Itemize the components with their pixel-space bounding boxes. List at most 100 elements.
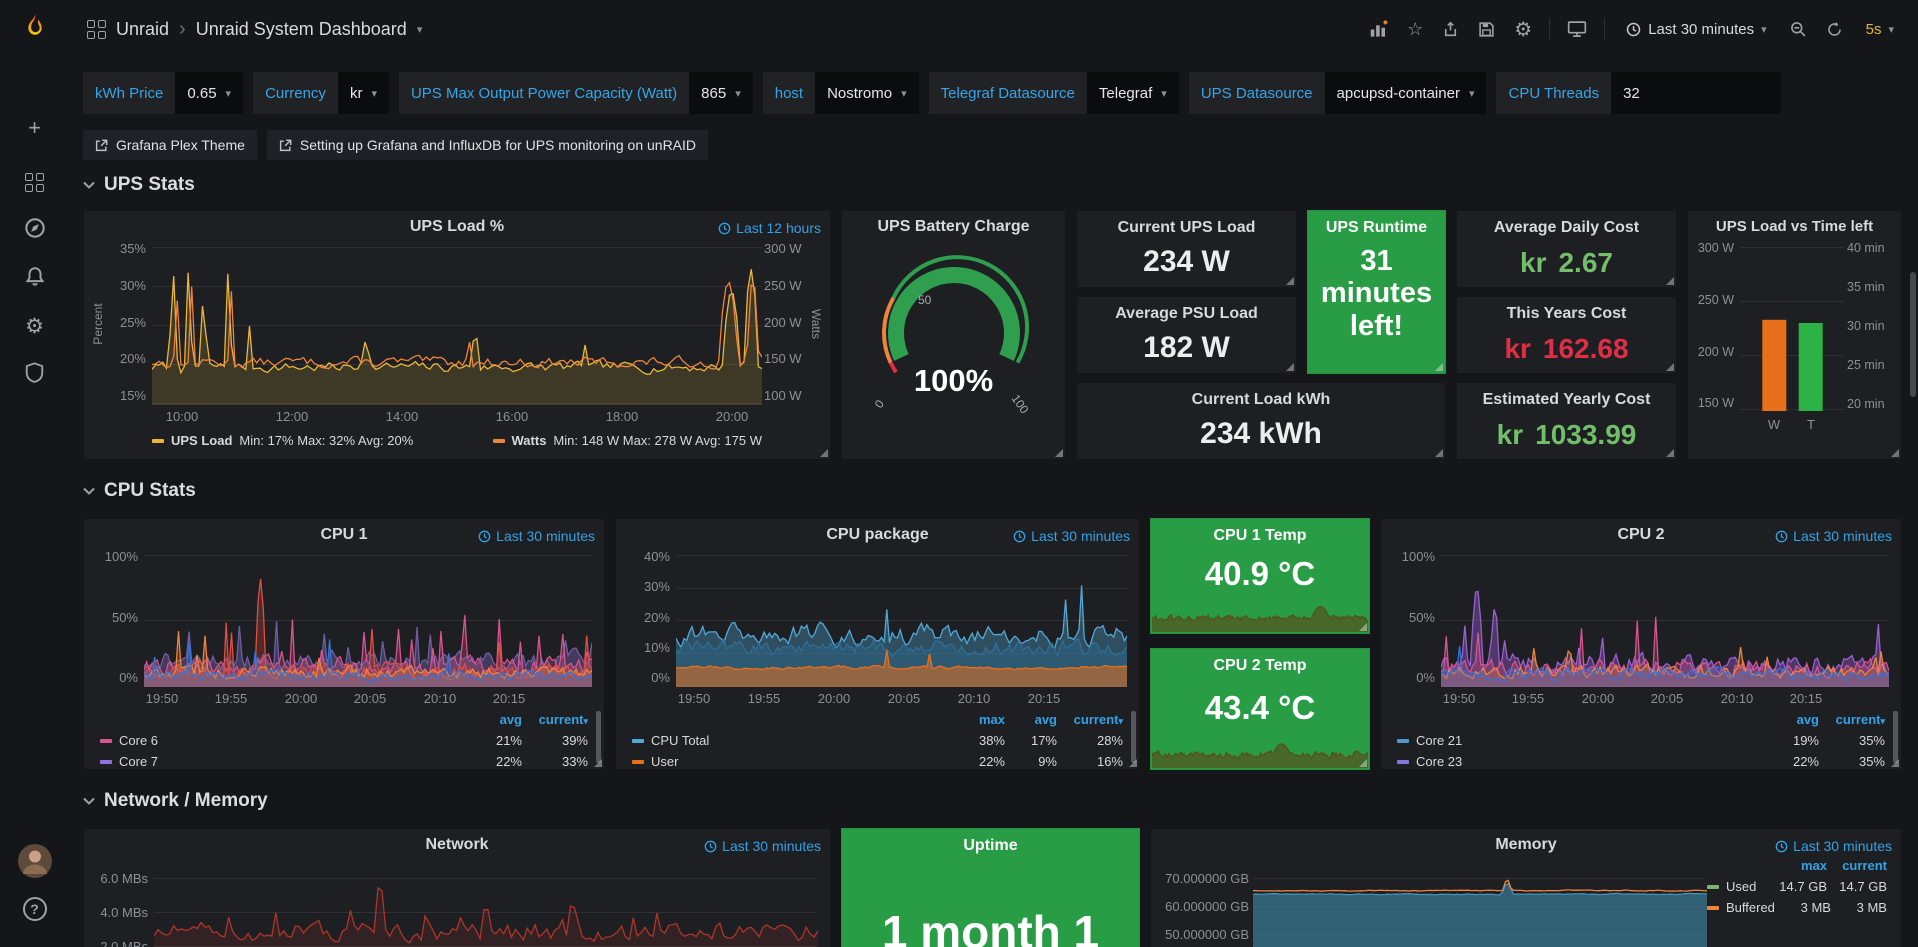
y-axis-left: 100%50%0% <box>1395 550 1435 684</box>
panel-title[interactable]: UPS Runtime <box>1308 219 1445 237</box>
refresh-button[interactable] <box>1824 19 1845 40</box>
ups-load-chart-area[interactable] <box>152 247 762 405</box>
zoom-out-button[interactable] <box>1788 19 1809 40</box>
link-grafana-plex-theme[interactable]: Grafana Plex Theme <box>83 130 257 160</box>
load-vs-time-chart-area[interactable] <box>1740 247 1844 411</box>
variable-cpu-threads: CPU Threads 32 <box>1496 72 1781 114</box>
legend-series-toggle[interactable]: Core 21 <box>1397 733 1767 748</box>
caret-down-icon: ▾ <box>226 87 232 100</box>
cpu1-chart-area[interactable] <box>144 555 592 687</box>
sidebar-item-explore[interactable] <box>0 216 69 240</box>
panel-time-override[interactable]: Last 12 hours <box>718 220 821 236</box>
panel-title[interactable]: This Years Cost <box>1457 305 1676 323</box>
legend-scrollbar[interactable] <box>1893 711 1898 763</box>
y-tick: 70.000000 GB <box>1157 871 1249 886</box>
star-button[interactable]: ☆ <box>1405 17 1425 42</box>
panel-time-override[interactable]: Last 30 minutes <box>1013 528 1130 544</box>
variable-value-dropdown[interactable]: apcupsd-container▾ <box>1325 72 1487 114</box>
cpu-threads-input[interactable]: 32 <box>1611 72 1781 114</box>
legend-sort-current[interactable]: current▾ <box>522 712 588 727</box>
panel-title[interactable]: Average PSU Load <box>1077 305 1296 323</box>
legend-sort-avg[interactable]: avg <box>1005 712 1057 727</box>
variable-label: host <box>763 72 815 114</box>
legend-sort-max[interactable]: max <box>1767 858 1827 873</box>
y-axis-title-left: Percent <box>91 294 105 354</box>
refresh-interval-picker[interactable]: 5s ▾ <box>1860 20 1900 39</box>
variable-ups-max-output: UPS Max Output Power Capacity (Watt) 865… <box>399 72 753 114</box>
bell-icon <box>24 266 46 288</box>
legend-series-toggle[interactable]: Buffered <box>1707 900 1775 915</box>
panel-time-override[interactable]: Last 30 minutes <box>478 528 595 544</box>
legend-series-toggle[interactable]: Core 23 <box>1397 754 1767 769</box>
apps-grid-icon[interactable] <box>87 20 106 39</box>
variable-value-dropdown[interactable]: 0.65▾ <box>175 72 243 114</box>
dashboard-canvas: kWh Price 0.65▾ Currency kr▾ UPS Max Out… <box>69 58 1918 947</box>
clock-icon <box>1775 840 1788 853</box>
panel-title[interactable]: CPU 2 Temp <box>1151 657 1369 675</box>
user-avatar[interactable] <box>0 842 69 880</box>
variable-value-dropdown[interactable]: kr▾ <box>338 72 389 114</box>
scrollbar-thumb[interactable] <box>1910 272 1916 397</box>
save-button[interactable] <box>1476 19 1497 40</box>
legend-series-toggle[interactable]: User <box>632 754 953 769</box>
panel-title[interactable]: CPU 1 Temp <box>1151 527 1369 545</box>
section-header-network-memory[interactable]: Network / Memory <box>83 788 268 814</box>
panel-title[interactable]: UPS Load vs Time left <box>1688 218 1901 235</box>
help-button[interactable]: ? <box>0 896 69 922</box>
variable-value-dropdown[interactable]: 865▾ <box>689 72 753 114</box>
panel-title[interactable]: Estimated Yearly Cost <box>1457 391 1676 409</box>
sidebar-item-alerting[interactable] <box>0 265 69 289</box>
sidebar: + ⚙ ? <box>0 0 69 947</box>
stat-value: 234 kWh <box>1077 417 1445 451</box>
legend-series-toggle[interactable]: CPU Total <box>632 733 953 748</box>
legend-sort-max[interactable]: max <box>953 712 1005 727</box>
legend-sort-current[interactable]: current <box>1827 858 1887 873</box>
panel-time-override[interactable]: Last 30 minutes <box>704 838 821 854</box>
legend-scrollbar[interactable] <box>596 711 601 763</box>
memory-chart-area[interactable] <box>1253 869 1707 947</box>
sidebar-item-dashboards[interactable] <box>0 168 69 193</box>
dashboard-settings-button[interactable]: ⚙ <box>1512 15 1534 44</box>
legend-scrollbar[interactable] <box>1131 711 1136 763</box>
panel-title[interactable]: UPS Battery Charge <box>842 218 1065 236</box>
add-panel-button[interactable] <box>1367 18 1390 41</box>
legend-sort-avg[interactable]: avg <box>1767 712 1819 727</box>
legend-sort-current[interactable]: current▾ <box>1819 712 1885 727</box>
variable-value-dropdown[interactable]: Telegraf▾ <box>1087 72 1179 114</box>
create-add-button[interactable]: + <box>0 116 69 140</box>
panel-time-override[interactable]: Last 30 minutes <box>1775 838 1892 854</box>
panel-title[interactable]: Average Daily Cost <box>1457 219 1676 237</box>
cpu-package-chart-area[interactable] <box>676 555 1127 687</box>
variable-value-dropdown[interactable]: Nostromo▾ <box>815 72 919 114</box>
stat-value: 43.4 °C <box>1151 689 1369 727</box>
time-range-picker[interactable]: Last 30 minutes ▾ <box>1620 20 1772 39</box>
series-color-marker <box>1397 760 1409 764</box>
panel-time-override[interactable]: Last 30 minutes <box>1775 528 1892 544</box>
panel-cpu1: CPU 1 Last 30 minutes 100%50%0% 19:50 19… <box>83 518 605 770</box>
breadcrumb-folder[interactable]: Unraid <box>116 19 169 40</box>
panel-title[interactable]: Current Load kWh <box>1077 391 1445 409</box>
panel-title[interactable]: Uptime <box>842 837 1139 855</box>
link-ups-monitoring-guide[interactable]: Setting up Grafana and InfluxDB for UPS … <box>267 130 708 160</box>
cpu2-chart-area[interactable] <box>1441 555 1889 687</box>
share-button[interactable] <box>1440 19 1461 40</box>
legend-row: Buffered 3 MB 3 MB <box>1707 897 1887 918</box>
legend-item-ups-load[interactable]: UPS LoadMin: 17% Max: 32% Avg: 20% <box>152 433 413 448</box>
legend-series-toggle[interactable]: Used <box>1707 879 1767 894</box>
y-axis-left: 100%50%0% <box>98 550 138 684</box>
series-color-marker <box>100 739 112 743</box>
legend-item-watts[interactable]: WattsMin: 148 W Max: 278 W Avg: 175 W <box>493 433 762 448</box>
cycle-view-mode-button[interactable] <box>1565 18 1589 40</box>
legend-sort-avg[interactable]: avg <box>470 712 522 727</box>
panel-title[interactable]: Current UPS Load <box>1077 219 1296 237</box>
legend-series-toggle[interactable]: Core 7 <box>100 754 470 769</box>
legend-series-toggle[interactable]: Core 6 <box>100 733 470 748</box>
sidebar-item-configuration[interactable]: ⚙ <box>0 313 69 340</box>
section-header-cpu-stats[interactable]: CPU Stats <box>83 478 196 504</box>
network-chart-area[interactable] <box>154 873 818 947</box>
grafana-logo[interactable] <box>0 9 69 49</box>
section-header-ups-stats[interactable]: UPS Stats <box>83 172 195 198</box>
legend-sort-current[interactable]: current▾ <box>1057 712 1123 727</box>
breadcrumb-dashboard-title[interactable]: Unraid System Dashboard <box>196 19 407 40</box>
sidebar-item-server-admin[interactable] <box>0 361 69 385</box>
